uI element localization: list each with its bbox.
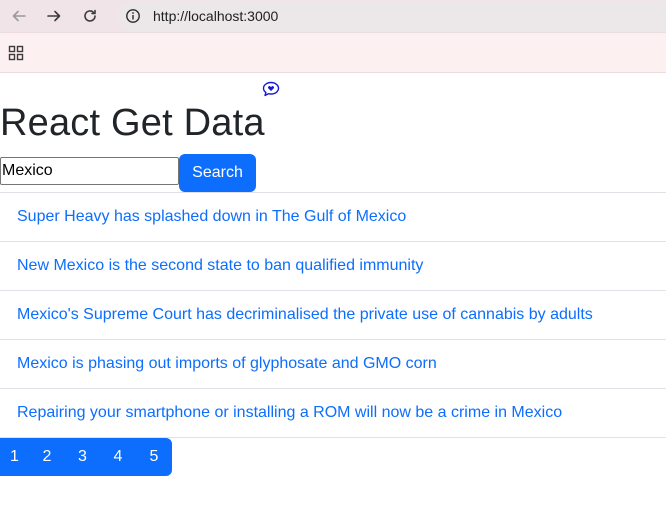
bookmarks-bar: [0, 33, 666, 73]
result-link[interactable]: New Mexico is the second state to ban qu…: [17, 257, 423, 275]
reload-icon: [84, 9, 96, 22]
browser-toolbar: http://localhost:3000: [0, 0, 666, 33]
list-item: Mexico's Supreme Court has decriminalise…: [0, 290, 666, 339]
page-title: React Get Data: [0, 102, 265, 144]
result-list: Super Heavy has splashed down in The Gul…: [0, 192, 666, 438]
page-button-4[interactable]: 4: [100, 438, 136, 476]
page-content: React Get Data Search Super Heavy has sp…: [0, 74, 666, 529]
result-link[interactable]: Repairing your smartphone or installing …: [17, 404, 562, 422]
search-input[interactable]: [0, 157, 179, 185]
list-item: Repairing your smartphone or installing …: [0, 388, 666, 438]
site-info-icon[interactable]: [125, 8, 141, 24]
url-text: http://localhost:3000: [153, 8, 279, 24]
list-item: New Mexico is the second state to ban qu…: [0, 241, 666, 290]
back-arrow-icon: [12, 10, 26, 22]
back-button[interactable]: [6, 4, 32, 28]
result-link[interactable]: Mexico is phasing out imports of glyphos…: [17, 355, 437, 373]
list-item: Mexico is phasing out imports of glyphos…: [0, 339, 666, 388]
address-bar[interactable]: http://localhost:3000: [117, 1, 666, 31]
result-link[interactable]: Super Heavy has splashed down in The Gul…: [17, 208, 406, 226]
page-button-1[interactable]: 1: [0, 438, 29, 476]
reload-button[interactable]: [77, 4, 103, 28]
chat-bubble-icon[interactable]: [262, 81, 280, 97]
search-button[interactable]: Search: [179, 154, 256, 192]
page-button-5[interactable]: 5: [136, 438, 172, 476]
pagination: 1 2 3 4 5: [0, 438, 172, 476]
list-item: Super Heavy has splashed down in The Gul…: [0, 192, 666, 241]
result-link[interactable]: Mexico's Supreme Court has decriminalise…: [17, 306, 593, 324]
forward-arrow-icon: [47, 10, 61, 22]
page-button-2[interactable]: 2: [29, 438, 65, 476]
apps-grid-icon[interactable]: [8, 45, 24, 61]
page-button-3[interactable]: 3: [65, 438, 100, 476]
forward-button[interactable]: [41, 4, 67, 28]
